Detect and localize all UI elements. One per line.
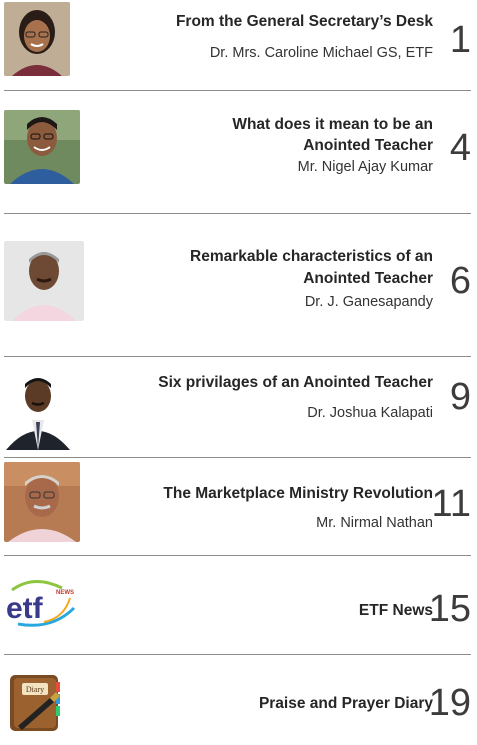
- entry-title: Six privilages of an Anointed Teacher: [158, 374, 433, 391]
- entry-author: Dr. Joshua Kalapati: [307, 405, 433, 421]
- page-number: 9: [449, 376, 471, 418]
- author-photo-nirmal-nathan: [4, 462, 80, 542]
- page-number: 6: [449, 260, 471, 302]
- entry-title-line2: Anointed Teacher: [303, 137, 433, 154]
- entry-author: Dr. Mrs. Caroline Michael GS, ETF: [209, 45, 433, 61]
- toc-entry-six-privilages[interactable]: Six privilages of an Anointed Teacher Dr…: [0, 357, 477, 457]
- etf-news-logo: etf NEWS: [4, 578, 78, 628]
- page-number: 19: [428, 682, 471, 724]
- entry-title: Praise and Prayer Diary: [258, 695, 433, 712]
- diary-icon: Diary: [4, 672, 66, 734]
- entry-title: From the General Secretary’s Desk: [175, 13, 433, 30]
- entry-title: The Marketplace Ministry Revolution: [163, 485, 433, 502]
- toc-entry-anointed-teacher-meaning[interactable]: What does it mean to be an Anointed Teac…: [0, 91, 477, 186]
- entry-title-line1: Remarkable characteristics of an: [190, 248, 433, 265]
- toc-entry-marketplace-ministry[interactable]: The Marketplace Ministry Revolution Mr. …: [0, 458, 477, 554]
- entry-author: Mr. Nigel Ajay Kumar: [297, 159, 433, 175]
- news-badge: NEWS: [56, 590, 74, 596]
- page-number: 1: [449, 19, 471, 61]
- diary-label: Diary: [26, 685, 44, 694]
- page-number: 4: [449, 127, 471, 169]
- entry-author: Mr. Nirmal Nathan: [316, 515, 433, 531]
- author-photo-joshua-kalapati: [4, 368, 72, 450]
- entry-title: ETF News: [358, 602, 433, 619]
- page-number: 15: [428, 588, 471, 630]
- toc-entry-etf-news[interactable]: etf NEWS ETF News 15: [0, 556, 477, 654]
- author-photo-ganesapandy: [4, 241, 84, 321]
- page-number: 11: [431, 483, 471, 525]
- etf-logo-text: etf: [6, 592, 44, 625]
- toc-entry-remarkable-characteristics[interactable]: Remarkable characteristics of an Anointe…: [0, 214, 477, 334]
- entry-author: Dr. J. Ganesapandy: [304, 294, 433, 310]
- author-photo-nigel-ajay-kumar: [4, 110, 80, 184]
- author-photo-caroline-michael: [4, 2, 70, 76]
- entry-title-line1: What does it mean to be an: [232, 116, 433, 133]
- entry-title-line2: Anointed Teacher: [303, 270, 433, 287]
- toc-entry-praise-prayer-diary[interactable]: Diary Praise and Prayer Diary 19: [0, 655, 477, 745]
- toc-entry-general-secretary[interactable]: From the General Secretary’s Desk Dr. Mr…: [0, 0, 477, 90]
